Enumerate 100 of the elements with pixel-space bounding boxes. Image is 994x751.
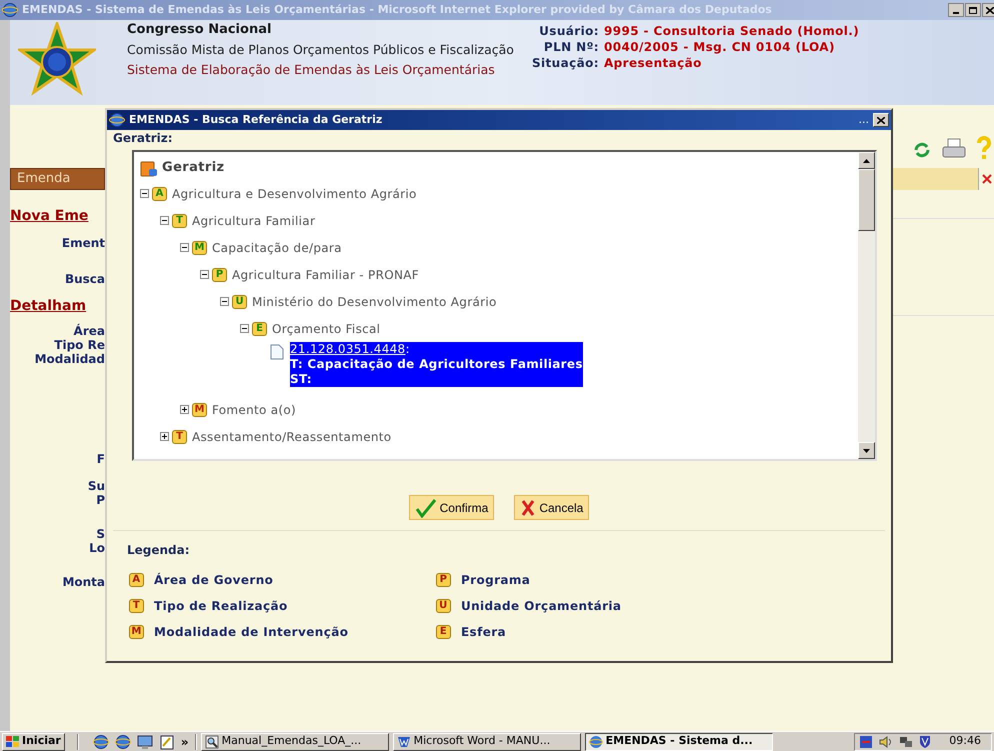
close-button[interactable] [982,3,994,17]
scrollbar[interactable] [858,152,875,459]
speaker-icon[interactable] [879,734,894,748]
confirm-button[interactable]: Confirma [408,495,494,520]
entry-code-suffix: : [406,342,410,357]
magnifier-icon [204,734,219,748]
legend-title: Legenda: [127,542,191,559]
section-title: Emenda [17,170,70,188]
category-badge: P [436,573,451,587]
refresh-icon[interactable] [912,140,932,160]
cross-icon [520,498,536,516]
collapse-toggle-icon[interactable] [180,243,189,252]
field-label: Modalidad [34,352,105,366]
scroll-down-button[interactable] [858,442,875,459]
collapse-toggle-icon[interactable] [240,324,249,333]
checkmark-icon [414,498,437,518]
legend-label: Esfera [460,624,506,641]
shield-icon[interactable] [919,734,932,748]
tree-node-label[interactable]: Assentamento/Reassentamento [192,428,392,446]
up-arrow-icon [863,158,870,162]
tree-node-label[interactable]: Capacitação de/para [212,238,342,256]
tree-node-label[interactable]: Ministério do Desenvolvimento Agrário [252,292,497,310]
field-label: Tipo Re [53,338,105,352]
taskbar-button[interactable]: Microsoft Word - MANU... [392,732,581,750]
scroll-up-button[interactable] [858,152,875,169]
desktop-icon[interactable] [136,734,153,750]
category-badge: A [152,186,167,200]
info-label: Situação: [532,55,599,71]
network-icon[interactable] [899,734,914,748]
entry-code-link[interactable]: 21.128.0351.4448 [290,342,406,357]
browser-icon[interactable] [114,734,131,750]
close-icon [986,6,994,14]
title-ellipsis: ... [858,112,869,128]
field-label: P [95,493,105,507]
printer-icon[interactable] [942,138,966,160]
tree-node-label[interactable]: Agricultura Familiar - PRONAF [232,266,419,284]
browser-icon[interactable] [92,734,109,750]
field-label: Geratriz: [113,130,174,146]
info-label: PLN Nº: [542,39,599,55]
tree-node-label[interactable]: Orçamento Fiscal [272,320,380,338]
info-value: 0040/2005 - Msg. CN 0104 (LOA) [604,39,836,55]
category-badge: P [212,268,227,282]
legend-label: Unidade Orçamentária [460,598,622,615]
expand-toggle-icon[interactable] [160,432,169,441]
more-chevron[interactable]: » [180,732,189,750]
legend-label: Programa [460,572,530,589]
document-icon [396,734,411,748]
notepad-icon[interactable] [158,734,175,750]
category-badge: T [172,214,187,228]
globe-icon [588,734,603,748]
legend-label: Área de Governo [154,572,274,589]
system-name: Sistema de Elaboração de Emendas às Leis Orçamentárias [127,61,496,79]
expand-toggle-icon[interactable] [180,405,189,414]
folder-icon [140,159,158,177]
field-label: S [95,527,105,541]
collapse-toggle-icon[interactable] [140,189,149,198]
tree-root-label[interactable]: Geratriz [162,158,225,178]
scroll-thumb[interactable] [858,169,875,231]
committee-name: Comissão Mista de Planos Orçamentos Públicos e Fiscalização [127,41,514,59]
category-badge: T [129,599,144,613]
browser-icon[interactable] [2,2,18,18]
legend-label: Modalidade de Intervenção [154,624,348,641]
section-heading[interactable]: Nova Eme [10,208,105,224]
category-badge: E [436,625,451,639]
info-label: Usuário: [538,23,599,39]
category-badge: M [192,240,207,254]
category-badge: M [192,402,207,416]
organization-name: Congresso Nacional [127,21,272,39]
tray-app-icon[interactable] [859,734,874,748]
clock: 09:46 [949,733,981,750]
collapse-toggle-icon[interactable] [160,216,169,225]
minimize-button[interactable] [948,3,964,17]
taskbar-button[interactable]: EMENDAS - Sistema d... [584,732,773,750]
start-button[interactable]: Iniciar [2,732,65,750]
tree-node-label[interactable]: Fomento a(o) [212,400,296,418]
field-label: Monta [61,575,105,589]
maximize-button[interactable] [965,3,981,17]
category-badge: E [252,322,267,336]
field-label: F [96,452,105,466]
close-icon [877,116,885,124]
tree-node-label[interactable]: Agricultura e Desenvolvimento Agrário [172,184,417,202]
cancel-button[interactable]: Cancela [514,495,590,520]
section-heading[interactable]: Detalham [10,298,105,314]
taskbar-button[interactable]: Manual_Emendas_LOA_... [200,732,389,750]
entry-title: T: Capacitação de Agricultores Familiares [290,357,583,372]
dialog-title: EMENDAS - Busca Referência da Geratriz [129,112,382,128]
field-label: Área [72,324,105,338]
field-label: Su [86,479,105,493]
browser-icon[interactable] [109,112,125,128]
category-badge: U [232,294,247,308]
document-icon [270,344,284,360]
windows-logo-icon [6,736,20,748]
collapse-toggle-icon[interactable] [220,297,229,306]
field-label: Ement [60,236,105,250]
selection-highlight[interactable]: 21.128.0351.4448: T: Capacitação de Agricultores Familiares ST: [290,342,583,387]
entry-subtitle: ST: [290,372,313,387]
info-value: Apresentação [604,55,703,71]
category-badge: M [129,625,144,639]
collapse-toggle-icon[interactable] [200,270,209,279]
tree-node-label[interactable]: Agricultura Familiar [192,212,316,230]
